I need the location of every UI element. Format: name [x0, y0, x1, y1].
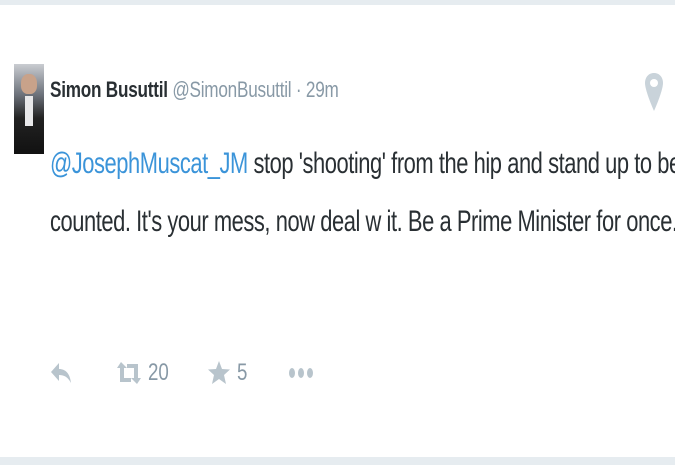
reply-button[interactable]	[50, 351, 72, 395]
avatar-face	[21, 74, 37, 94]
tweet-card: Simon Busuttil @SimonBusuttil · 29m @Jos…	[0, 5, 675, 457]
tweet-actions: 20 5	[50, 351, 350, 395]
author-name[interactable]: Simon Busuttil	[50, 77, 168, 102]
tweet-text-line-1-rest: stop 'shooting' from the hip and stand u…	[247, 147, 675, 180]
more-icon	[288, 365, 314, 381]
avatar[interactable]	[14, 64, 44, 154]
location-pin-icon[interactable]	[643, 71, 665, 119]
favorite-button[interactable]: 5	[207, 351, 250, 395]
favorite-count: 5	[237, 359, 248, 386]
retweet-icon	[116, 358, 142, 388]
more-button[interactable]	[288, 351, 314, 395]
reply-icon	[50, 359, 72, 387]
author-handle[interactable]: @SimonBusuttil	[172, 77, 291, 102]
retweet-button[interactable]: 20	[116, 351, 175, 395]
separator-dot: ·	[295, 77, 302, 102]
tweet-text: @JosephMuscat_JM stop 'shooting' from th…	[50, 147, 675, 265]
tweet-timestamp[interactable]: 29m	[306, 77, 339, 102]
star-icon	[207, 359, 231, 387]
mention-link[interactable]: @JosephMuscat_JM	[50, 147, 248, 180]
tweet-header: Simon Busuttil @SimonBusuttil · 29m	[50, 77, 339, 103]
retweet-count: 20	[148, 359, 169, 386]
tweet-text-line-2: counted. It's your mess, now deal w it. …	[50, 205, 675, 238]
avatar-shirt	[25, 96, 33, 126]
